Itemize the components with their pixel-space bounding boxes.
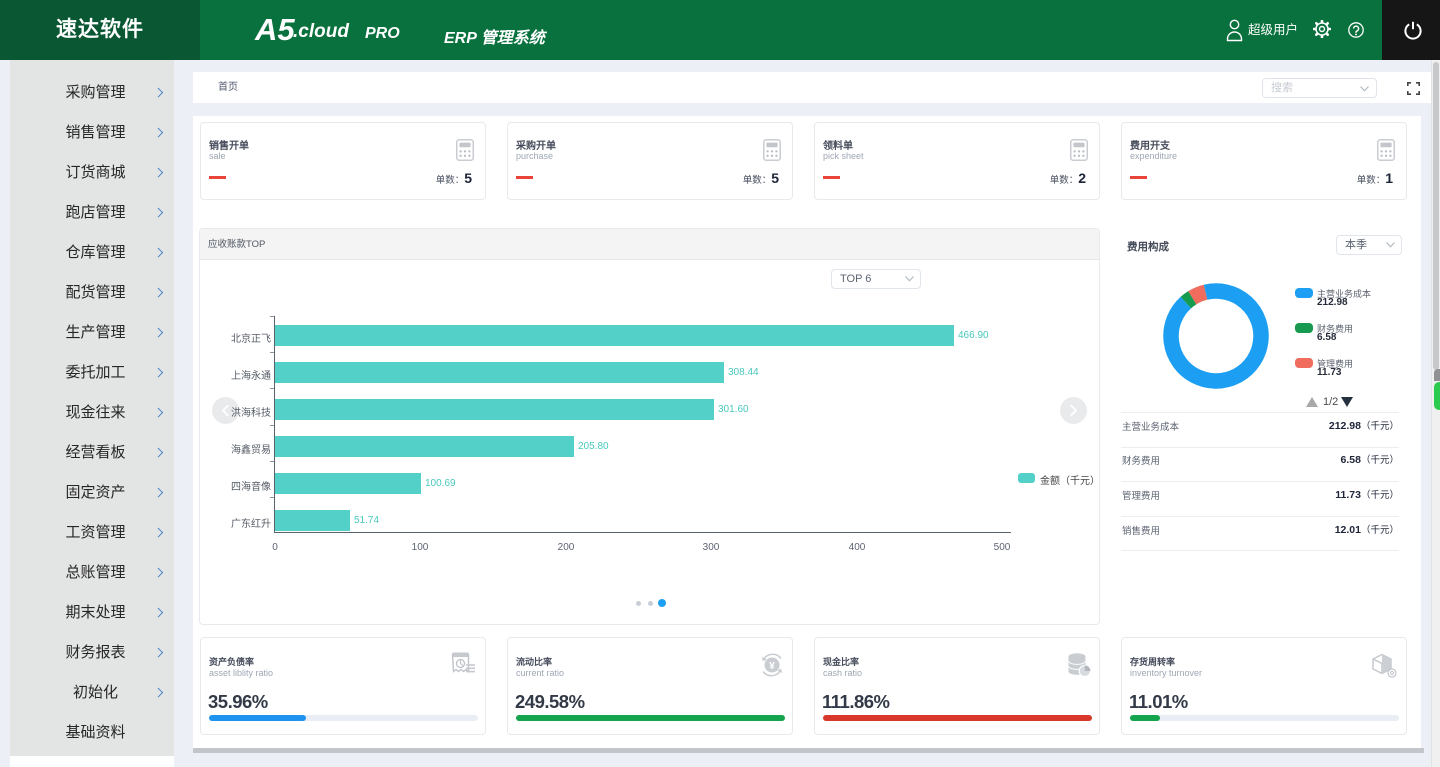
svg-text:¥: ¥ (769, 661, 775, 672)
